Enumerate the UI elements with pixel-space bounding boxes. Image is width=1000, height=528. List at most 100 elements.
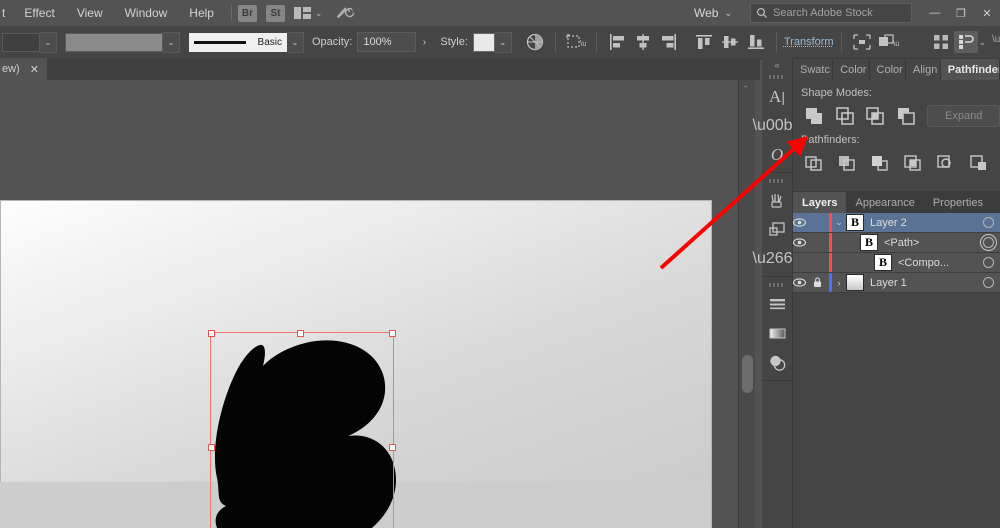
dock-grip-1[interactable] — [762, 72, 792, 82]
canvas-area[interactable] — [0, 80, 736, 528]
selection-handle-e[interactable] — [389, 444, 396, 451]
tab-layers[interactable]: Layers — [793, 192, 847, 213]
selection-handle-ne[interactable] — [389, 330, 396, 337]
go-to-home-icon[interactable] — [332, 2, 354, 23]
crop-button[interactable] — [896, 150, 929, 176]
close-icon[interactable]: ✕ — [30, 63, 39, 76]
opacity-flyout-icon[interactable]: › — [416, 33, 432, 51]
minus-front-button[interactable] — [830, 103, 861, 129]
document-tab[interactable]: ew) ✕ — [0, 58, 47, 80]
selection-bounding-box[interactable] — [208, 330, 396, 528]
target-indicator[interactable] — [983, 277, 994, 288]
table-row[interactable]: B <Path> — [793, 233, 1000, 253]
control-overflow-icon[interactable]: \u22ee — [992, 34, 1000, 50]
target-indicator[interactable] — [983, 217, 994, 228]
exclude-button[interactable] — [891, 103, 922, 129]
target-indicator[interactable] — [983, 237, 994, 248]
selection-handle-w[interactable] — [208, 444, 215, 451]
selection-handle-n[interactable] — [297, 330, 304, 337]
style-dropdown-caret-icon[interactable]: ⌄ — [494, 31, 512, 53]
graphic-style-swatch[interactable] — [472, 32, 495, 52]
stroke-color-swatch[interactable] — [65, 32, 163, 52]
unite-button[interactable] — [799, 103, 830, 129]
divide-button[interactable] — [797, 150, 830, 176]
align-vertical-center-icon[interactable] — [719, 31, 741, 53]
outline-button[interactable] — [929, 150, 962, 176]
workspace-switcher[interactable]: Web ⌄ — [690, 6, 736, 20]
draw-behind-icon[interactable]: \u2304 — [565, 31, 587, 53]
layer-name[interactable]: Layer 2 — [870, 217, 1000, 229]
minus-back-button[interactable] — [962, 150, 995, 176]
brush-dropdown-caret-icon[interactable]: ⌄ — [287, 31, 304, 53]
opacity-input[interactable]: 100% — [357, 32, 417, 52]
brushes-icon[interactable] — [762, 186, 792, 215]
recolor-artwork-icon[interactable] — [524, 31, 546, 53]
tab-properties[interactable]: Properties — [924, 192, 992, 213]
intersect-button[interactable] — [860, 103, 891, 129]
align-vertical-bottom-icon[interactable] — [745, 31, 767, 53]
layout-caret-icon[interactable]: ⌄ — [978, 37, 986, 48]
align-horizontal-right-icon[interactable] — [658, 31, 680, 53]
tab-color[interactable]: Color — [833, 59, 870, 80]
layer-name[interactable]: Layer 1 — [870, 277, 1000, 289]
align-horizontal-left-icon[interactable] — [606, 31, 628, 53]
expand-button[interactable]: Expand — [927, 105, 1000, 127]
table-row[interactable]: › Layer 1 — [793, 273, 1000, 293]
stock-button[interactable]: St — [265, 4, 285, 22]
dock-grip-2[interactable] — [762, 176, 792, 186]
scroll-up-icon[interactable]: ⌃ — [742, 84, 750, 95]
symbol-libraries-icon[interactable]: \u2663 — [753, 244, 802, 273]
arrange-documents-icon[interactable] — [293, 6, 312, 20]
table-row[interactable]: ⌄ B Layer 2 — [793, 213, 1000, 233]
selection-handle-nw[interactable] — [208, 330, 215, 337]
document-layout-icon[interactable] — [954, 31, 979, 53]
transparency-icon[interactable] — [762, 348, 792, 377]
search-adobe-stock-input[interactable]: Search Adobe Stock — [750, 3, 912, 23]
menu-item-effect[interactable]: Effect — [13, 0, 65, 26]
tab-appearance[interactable]: Appearance — [846, 192, 923, 213]
menu-item-view[interactable]: View — [66, 0, 114, 26]
visibility-toggle-icon[interactable] — [793, 218, 813, 227]
align-vertical-top-icon[interactable] — [693, 31, 715, 53]
menu-item-window[interactable]: Window — [114, 0, 179, 26]
visibility-toggle-icon[interactable] — [793, 278, 813, 287]
dock-grip-3[interactable] — [762, 280, 792, 290]
expand-panels-icon[interactable]: « — [762, 58, 792, 72]
disclosure-triangle-icon[interactable]: ⌄ — [832, 217, 846, 228]
type-tool-icon[interactable]: A | — [762, 82, 792, 111]
brush-definition-select[interactable]: Basic — [189, 32, 287, 52]
paragraph-icon[interactable]: \u00b6 — [753, 111, 802, 140]
stroke-dropdown-caret-icon[interactable]: ⌄ — [163, 31, 180, 53]
restore-button[interactable]: ❐ — [948, 3, 974, 23]
isolate-selected-icon[interactable] — [851, 31, 873, 53]
bridge-button[interactable]: Br — [237, 4, 257, 22]
table-row[interactable]: B <Compo... — [793, 253, 1000, 273]
align-horizontal-center-icon[interactable] — [632, 31, 654, 53]
tab-align[interactable]: Align — [905, 59, 941, 80]
close-button[interactable]: ✕ — [974, 3, 1000, 23]
visibility-toggle-icon[interactable] — [793, 238, 813, 247]
tab-swatches[interactable]: Swatc — [793, 59, 834, 80]
stroke-icon[interactable] — [762, 290, 792, 319]
fill-dropdown-caret-icon[interactable]: ⌄ — [40, 31, 57, 53]
canvas-vertical-scrollbar[interactable]: ⌃ — [738, 80, 755, 528]
merge-button[interactable] — [863, 150, 896, 176]
lock-toggle-icon[interactable] — [813, 277, 829, 288]
draw-mode-icon[interactable]: \u2304 — [877, 31, 899, 53]
menu-item-object-clipped[interactable]: t — [0, 0, 13, 26]
symbols-icon[interactable] — [762, 215, 792, 244]
disclosure-triangle-icon[interactable]: › — [832, 278, 846, 288]
target-indicator[interactable] — [983, 257, 994, 268]
minimize-button[interactable]: — — [922, 3, 948, 23]
arrange-grid-icon[interactable] — [930, 31, 952, 53]
menu-item-help[interactable]: Help — [178, 0, 225, 26]
gradient-icon[interactable] — [762, 319, 792, 348]
transform-link[interactable]: Transform — [784, 36, 834, 48]
tab-pathfinder[interactable]: Pathfinder — [940, 59, 1000, 80]
arrange-caret-icon[interactable]: ⌄ — [315, 8, 323, 19]
trim-button[interactable] — [830, 150, 863, 176]
tab-color-guide[interactable]: Color — [869, 59, 906, 80]
fill-color-swatch[interactable] — [2, 32, 40, 52]
scrollbar-thumb[interactable] — [742, 355, 753, 393]
glyphs-icon[interactable]: O — [762, 140, 792, 169]
